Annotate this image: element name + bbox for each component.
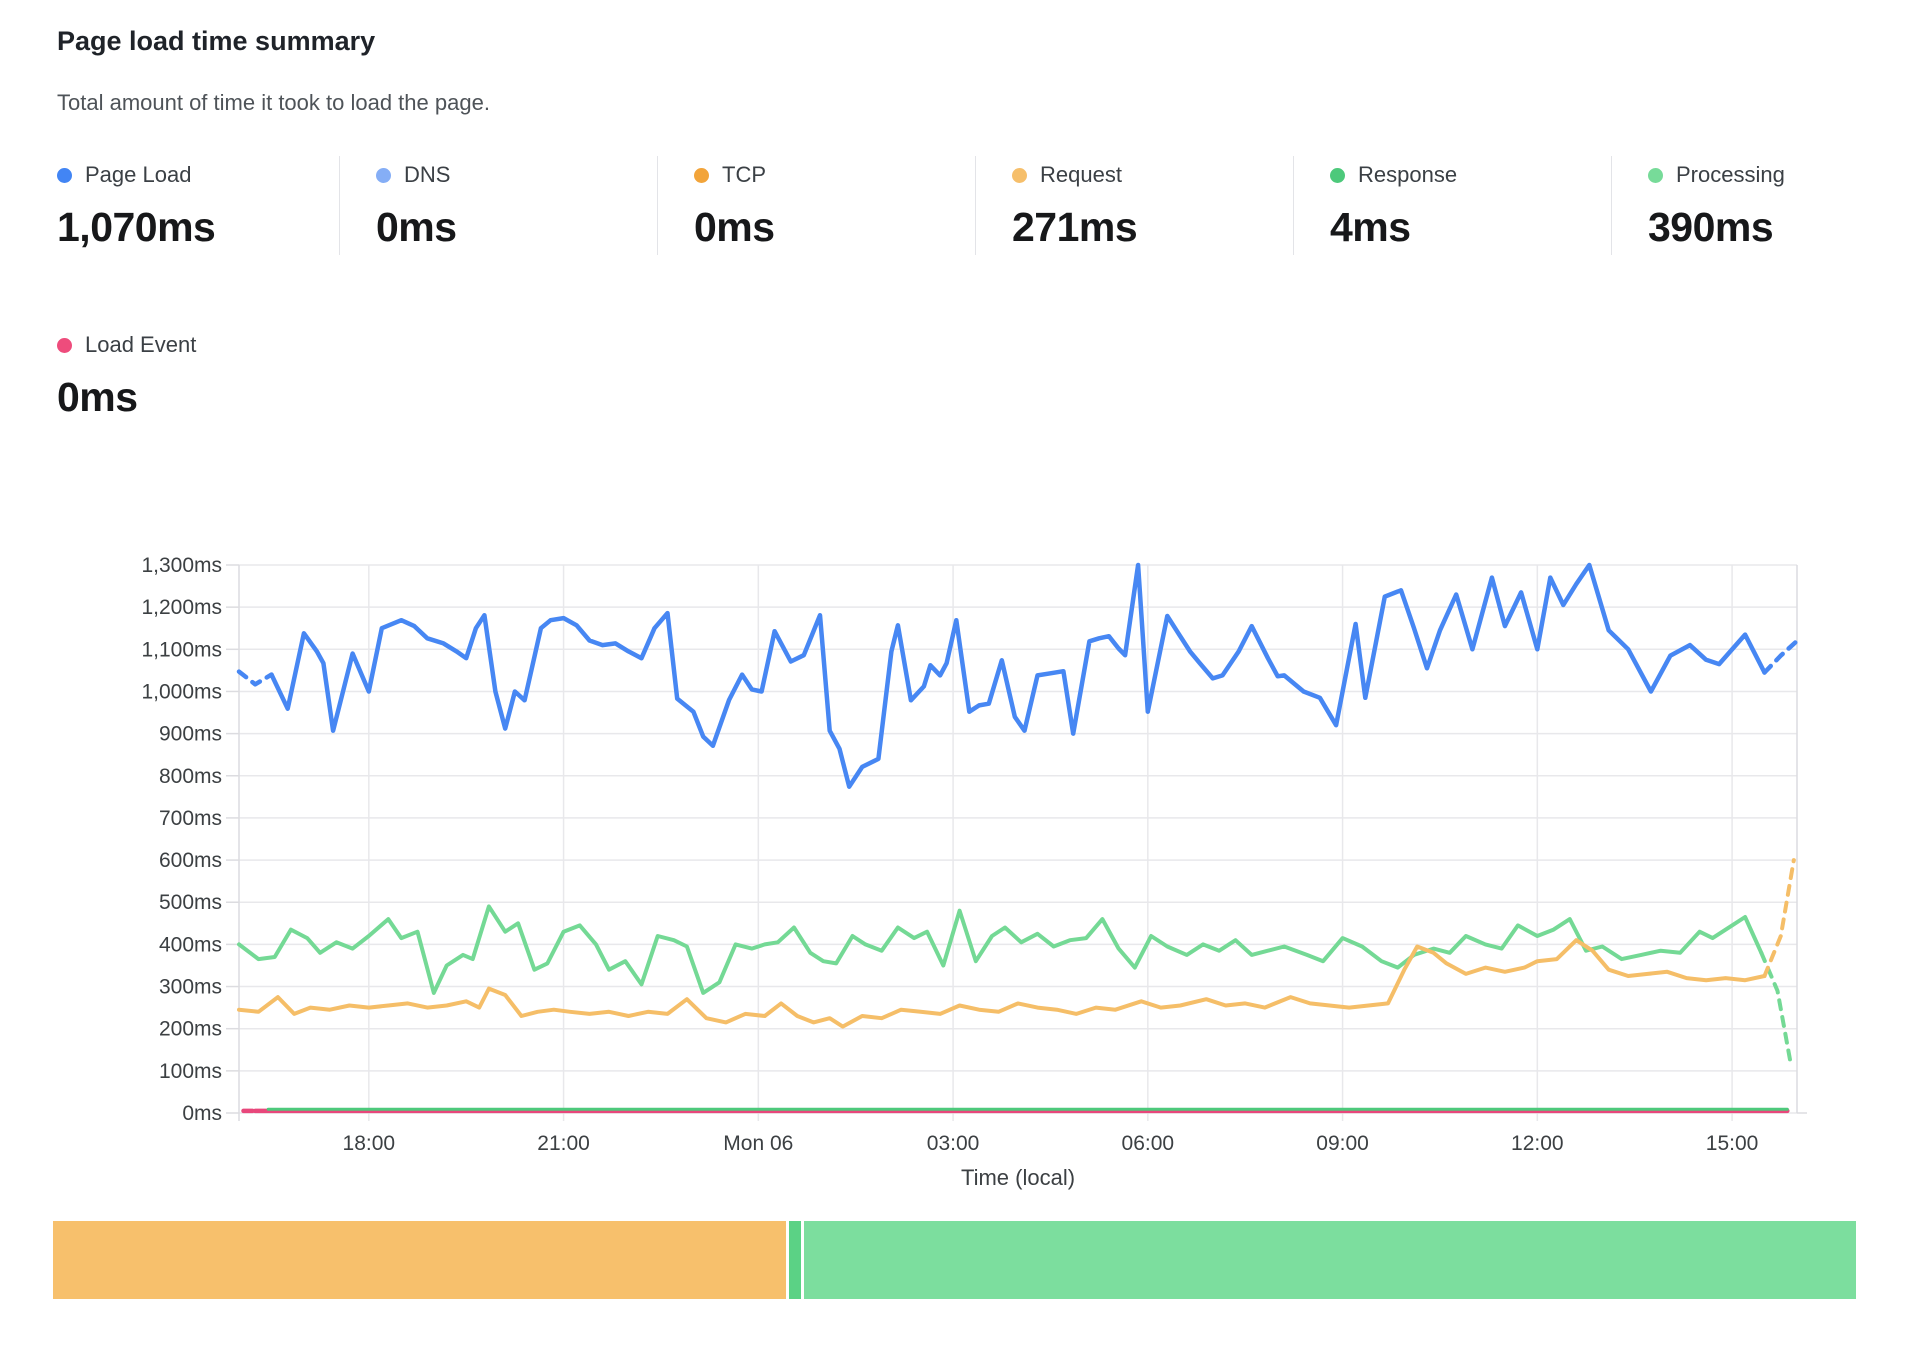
- metric-dns[interactable]: DNS 0ms: [339, 156, 657, 255]
- x-tick-label: 09:00: [1316, 1132, 1369, 1155]
- series-line-page-load-dashed: [239, 672, 272, 685]
- processing-dot-icon: [1648, 168, 1663, 183]
- request-dot-icon: [1012, 168, 1027, 183]
- page-subtitle: Total amount of time it took to load the…: [57, 90, 490, 116]
- y-tick-label: 700ms: [159, 807, 222, 830]
- metric-value: 0ms: [376, 204, 657, 251]
- y-tick-label: 300ms: [159, 976, 222, 999]
- y-tick-label: 400ms: [159, 933, 222, 956]
- y-tick-label: 800ms: [159, 765, 222, 788]
- metric-tcp[interactable]: TCP 0ms: [657, 156, 975, 255]
- x-tick-label: 12:00: [1511, 1132, 1564, 1155]
- metric-page-load[interactable]: Page Load 1,070ms: [57, 156, 339, 255]
- page-load-dashboard: { "header": { "title": "Page load time s…: [0, 0, 1910, 1352]
- x-tick-label: 15:00: [1706, 1132, 1759, 1155]
- y-tick-label: 900ms: [159, 723, 222, 746]
- x-tick-label: 18:00: [343, 1132, 396, 1155]
- metric-value: 390ms: [1648, 204, 1910, 251]
- y-tick-label: 1,100ms: [141, 638, 222, 661]
- x-tick-label: 06:00: [1122, 1132, 1175, 1155]
- series-line-processing: [239, 906, 1761, 993]
- metric-response[interactable]: Response 4ms: [1293, 156, 1611, 255]
- response-dot-icon: [1330, 168, 1345, 183]
- metric-load-event[interactable]: Load Event 0ms: [57, 326, 339, 425]
- tcp-dot-icon: [694, 168, 709, 183]
- metric-label: Page Load: [85, 162, 191, 188]
- y-tick-label: 100ms: [159, 1060, 222, 1083]
- metric-label: Load Event: [85, 332, 196, 358]
- y-tick-label: 1,200ms: [141, 596, 222, 619]
- metric-value: 0ms: [694, 204, 975, 251]
- legend-summary-row-2: Load Event 0ms: [57, 326, 339, 425]
- y-tick-label: 600ms: [159, 849, 222, 872]
- metric-value: 0ms: [57, 374, 339, 421]
- metric-label: Processing: [1676, 162, 1785, 188]
- metric-label: DNS: [404, 162, 450, 188]
- metric-label: TCP: [722, 162, 766, 188]
- status-segment-processing[interactable]: [804, 1221, 1856, 1299]
- y-tick-label: 1,300ms: [141, 554, 222, 577]
- series-line-page-load-dashed: [1765, 641, 1798, 673]
- legend-summary-row: Page Load 1,070ms DNS 0ms TCP 0ms Reques…: [57, 156, 1910, 255]
- series-line-request-dashed: [1765, 860, 1794, 976]
- status-segment-sliver[interactable]: [789, 1221, 801, 1299]
- series-line-page-load: [272, 565, 1765, 787]
- metric-request[interactable]: Request 271ms: [975, 156, 1293, 255]
- y-tick-label: 500ms: [159, 891, 222, 914]
- x-tick-label: 21:00: [537, 1132, 590, 1155]
- page-load-dot-icon: [57, 168, 72, 183]
- y-tick-label: 0ms: [182, 1102, 222, 1125]
- x-tick-label: Mon 06: [723, 1132, 793, 1155]
- x-tick-label: 03:00: [927, 1132, 980, 1155]
- metric-value: 271ms: [1012, 204, 1293, 251]
- metric-processing[interactable]: Processing 390ms: [1611, 156, 1910, 255]
- page-title: Page load time summary: [57, 26, 375, 57]
- metric-label: Response: [1358, 162, 1457, 188]
- metric-value: 4ms: [1330, 204, 1611, 251]
- y-tick-label: 1,000ms: [141, 680, 222, 703]
- series-line-request: [239, 940, 1765, 1026]
- status-segment-request[interactable]: [53, 1221, 786, 1299]
- timeline-status-bar[interactable]: [53, 1221, 1856, 1299]
- y-tick-label: 200ms: [159, 1018, 222, 1041]
- metric-value: 1,070ms: [57, 204, 339, 251]
- load-time-chart: 0ms 100ms 200ms 300ms 400ms 500ms 600ms 700ms 80…: [0, 430, 1910, 1218]
- load-event-dot-icon: [57, 338, 72, 353]
- metric-label: Request: [1040, 162, 1122, 188]
- x-axis-title: Time (local): [961, 1165, 1075, 1190]
- dns-dot-icon: [376, 168, 391, 183]
